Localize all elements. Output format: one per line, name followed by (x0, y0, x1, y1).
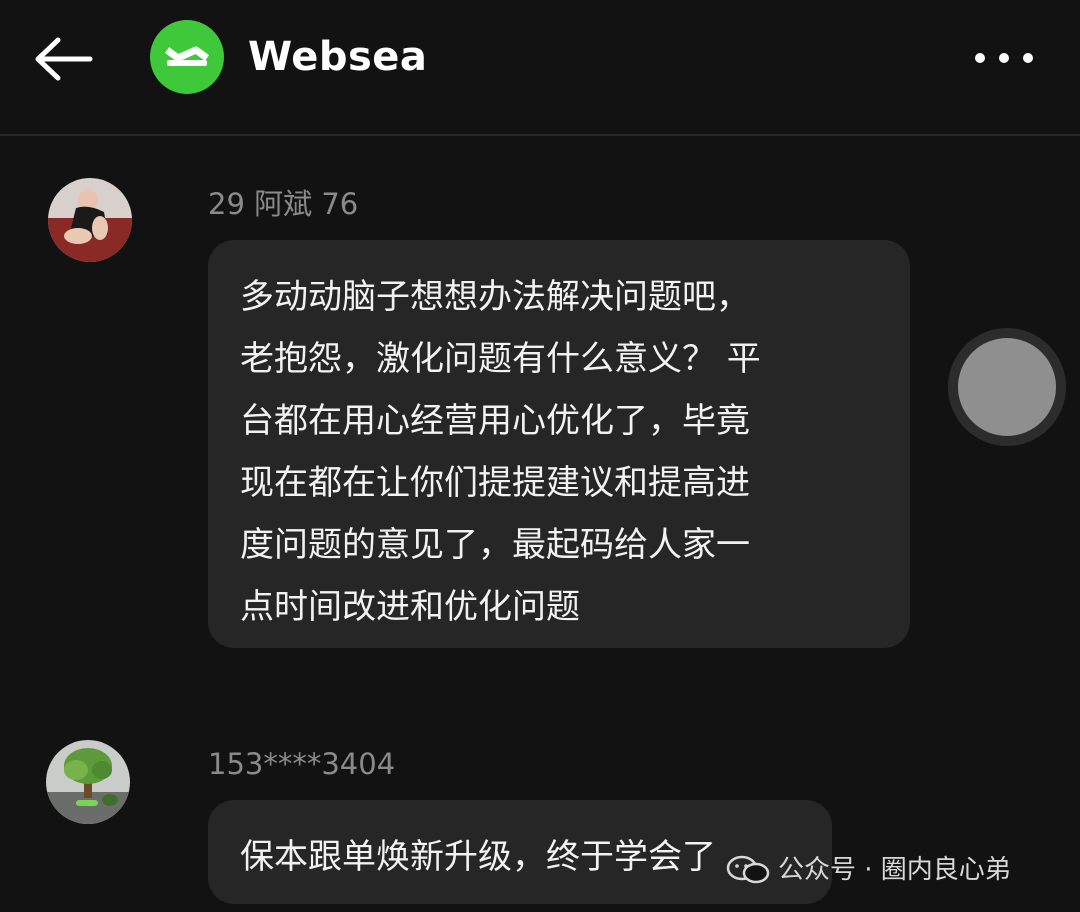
comment-line: 点时间改进和优化问题 (240, 587, 580, 627)
more-horizontal-icon (975, 53, 1033, 63)
comment-line: 度问题的意见了，最起码给人家一 (240, 525, 750, 565)
arrow-left-icon (35, 37, 93, 81)
more-button[interactable] (966, 42, 1042, 74)
watermark: 公众号 · 圈内良心弟 (726, 850, 1011, 890)
comment-username: 29 阿斌 76 (208, 187, 359, 221)
watermark-text: 公众号 · 圈内良心弟 (778, 855, 1011, 885)
avatar[interactable] (46, 740, 130, 824)
comment-line: 现在都在让你们提提建议和提高进 (240, 463, 750, 503)
floating-assistive-button[interactable] (948, 328, 1066, 446)
comment-line: 台都在用心经营用心优化了，毕竟 (240, 401, 750, 441)
avatar[interactable] (48, 178, 132, 262)
comment-line: 老抱怨，激化问题有什么意义？ 平 (240, 339, 761, 379)
wechat-icon (726, 855, 770, 884)
websea-logo-icon (150, 20, 224, 94)
comment-username: 153****3404 (208, 747, 396, 781)
comment-bubble: 多动动脑子想想办法解决问题吧， 老抱怨，激化问题有什么意义？ 平 台都在用心经营… (208, 240, 910, 648)
app-header: Websea (0, 0, 1080, 136)
comment-line: 保本跟单焕新升级，终于学会了 (240, 837, 716, 877)
page-title: Websea (248, 34, 428, 80)
comment-line: 多动动脑子想想办法解决问题吧， (240, 277, 750, 317)
floating-button-knob (958, 338, 1056, 436)
back-button[interactable] (32, 34, 94, 84)
